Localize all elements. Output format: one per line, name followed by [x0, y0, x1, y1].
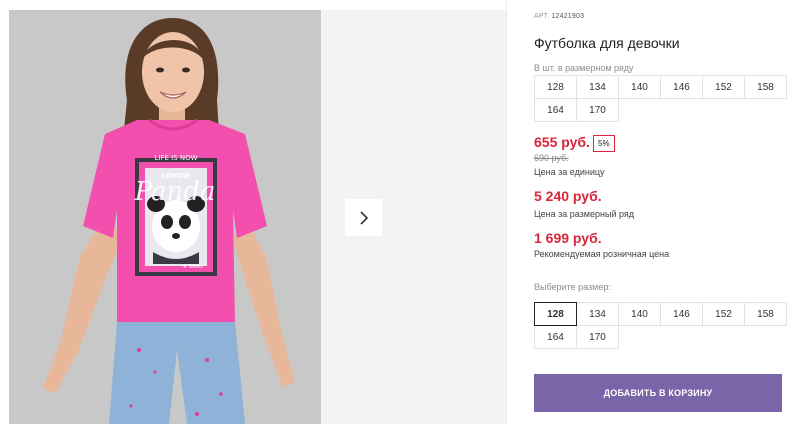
- pack-size-cell: 134: [576, 75, 619, 99]
- pack-size-cell: 128: [534, 75, 577, 99]
- size-option-158[interactable]: 158: [744, 302, 787, 326]
- product-gallery: LIFE IS NOW LONDIE Panda # BAND: [0, 0, 506, 424]
- pack-size-grid: 128 134 140 146 152 158 164 170: [534, 75, 787, 122]
- gallery-next-button[interactable]: [345, 199, 382, 236]
- product-photo[interactable]: LIFE IS NOW LONDIE Panda # BAND: [9, 10, 321, 424]
- pack-size-cell: 170: [576, 98, 619, 122]
- size-select-label: Выберите размер:: [534, 282, 611, 292]
- retail-price-label: Рекомендуемая розничная цена: [534, 249, 670, 259]
- print-tag: # BAND: [183, 264, 203, 270]
- column-divider: [506, 0, 507, 424]
- pack-price-label: Цена за размерный ряд: [534, 209, 635, 219]
- size-option-146[interactable]: 146: [660, 302, 703, 326]
- pack-size-cell: 140: [618, 75, 661, 99]
- add-to-cart-button[interactable]: ДОБАВИТЬ В КОРЗИНУ: [534, 374, 782, 412]
- size-option-128[interactable]: 128: [534, 302, 577, 326]
- size-option-152[interactable]: 152: [702, 302, 745, 326]
- article-label: АРТ.: [534, 13, 550, 20]
- product-image: LIFE IS NOW LONDIE Panda # BAND: [9, 10, 321, 424]
- chevron-right-icon: [359, 210, 368, 225]
- retail-price: 1 699 руб.: [534, 230, 602, 246]
- size-option-164[interactable]: 164: [534, 325, 577, 349]
- print-line1: LIFE IS NOW: [154, 154, 197, 162]
- article-number: 12421903: [551, 13, 585, 20]
- pack-size-cell: 164: [534, 98, 577, 122]
- pack-size-cell: 158: [744, 75, 787, 99]
- pack-size-cell: 152: [702, 75, 745, 99]
- old-price: 690 руб.: [534, 153, 569, 163]
- product-title: Футболка для девочки: [534, 35, 680, 51]
- discount-badge: 5%: [593, 135, 615, 152]
- pack-price: 5 240 руб.: [534, 188, 602, 204]
- size-option-134[interactable]: 134: [576, 302, 619, 326]
- unit-price: 655 руб.: [534, 134, 590, 150]
- article-line: АРТ. 12421903: [534, 13, 584, 20]
- print-word: Panda: [134, 177, 216, 207]
- size-option-170[interactable]: 170: [576, 325, 619, 349]
- pack-size-cell: 146: [660, 75, 703, 99]
- size-option-140[interactable]: 140: [618, 302, 661, 326]
- unit-price-label: Цена за единицу: [534, 167, 605, 177]
- pack-label: В шт. в размерном ряду: [534, 63, 634, 73]
- size-selector: 128 134 140 146 152 158 164 170: [534, 302, 787, 349]
